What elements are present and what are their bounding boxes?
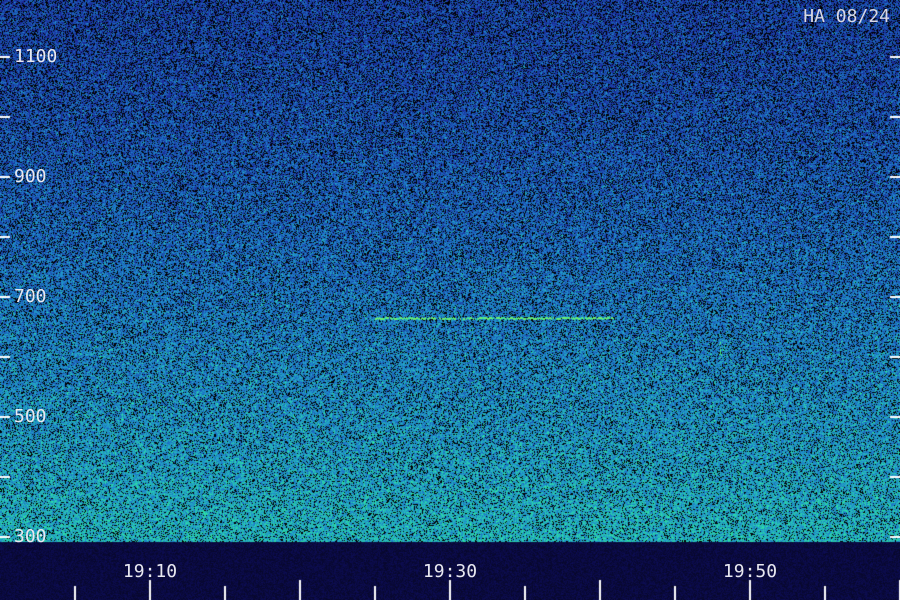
x-tick-label-1930: 19:30 bbox=[422, 561, 478, 582]
x-tick-label-1950: 19:50 bbox=[722, 561, 778, 582]
y-tick-label-900: 900 bbox=[14, 166, 47, 187]
y-tick-label-500: 500 bbox=[14, 406, 47, 427]
y-tick-label-1100: 1100 bbox=[14, 46, 58, 67]
station-label: HA 08/24 bbox=[803, 6, 890, 27]
y-tick-label-700: 700 bbox=[14, 286, 47, 307]
spectrogram-canvas bbox=[0, 0, 900, 600]
x-tick-label-1910: 19:10 bbox=[122, 561, 178, 582]
y-tick-label-300: 300 bbox=[14, 526, 47, 547]
